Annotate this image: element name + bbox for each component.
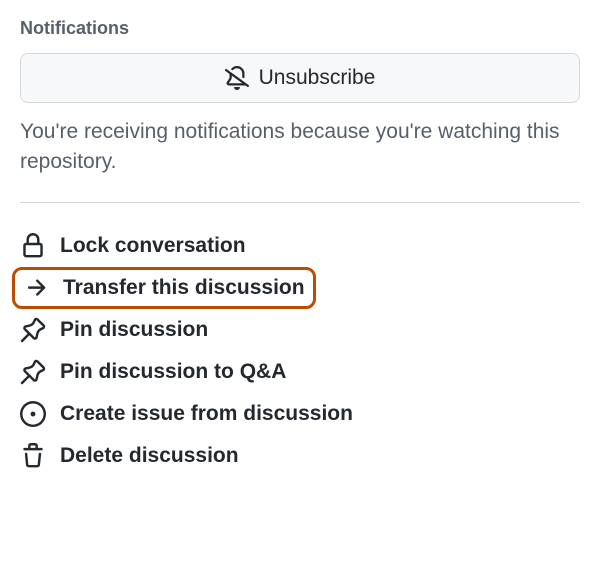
arrow-right-icon bbox=[23, 275, 49, 301]
delete-label: Delete discussion bbox=[60, 444, 239, 468]
pin-icon bbox=[20, 359, 46, 385]
unsubscribe-button[interactable]: Unsubscribe bbox=[20, 53, 580, 103]
notifications-description: You're receiving notifications because y… bbox=[20, 117, 580, 178]
pin-qa-label: Pin discussion to Q&A bbox=[60, 360, 286, 384]
issue-opened-icon bbox=[20, 401, 46, 427]
transfer-highlight: Transfer this discussion bbox=[12, 267, 316, 309]
pin-icon bbox=[20, 317, 46, 343]
notifications-heading: Notifications bbox=[20, 18, 580, 39]
lock-conversation-action[interactable]: Lock conversation bbox=[20, 225, 580, 267]
unsubscribe-label: Unsubscribe bbox=[259, 66, 376, 90]
bell-slash-icon bbox=[225, 66, 249, 90]
lock-label: Lock conversation bbox=[60, 234, 246, 258]
delete-discussion-action[interactable]: Delete discussion bbox=[20, 435, 580, 477]
divider bbox=[20, 202, 580, 203]
create-issue-action[interactable]: Create issue from discussion bbox=[20, 393, 580, 435]
create-issue-label: Create issue from discussion bbox=[60, 402, 353, 426]
transfer-label: Transfer this discussion bbox=[63, 276, 305, 300]
pin-qa-action[interactable]: Pin discussion to Q&A bbox=[20, 351, 580, 393]
action-list: Lock conversation Transfer this discussi… bbox=[20, 225, 580, 477]
transfer-discussion-action[interactable]: Transfer this discussion bbox=[23, 275, 305, 301]
pin-discussion-action[interactable]: Pin discussion bbox=[20, 309, 580, 351]
pin-label: Pin discussion bbox=[60, 318, 208, 342]
trash-icon bbox=[20, 443, 46, 469]
lock-icon bbox=[20, 233, 46, 259]
